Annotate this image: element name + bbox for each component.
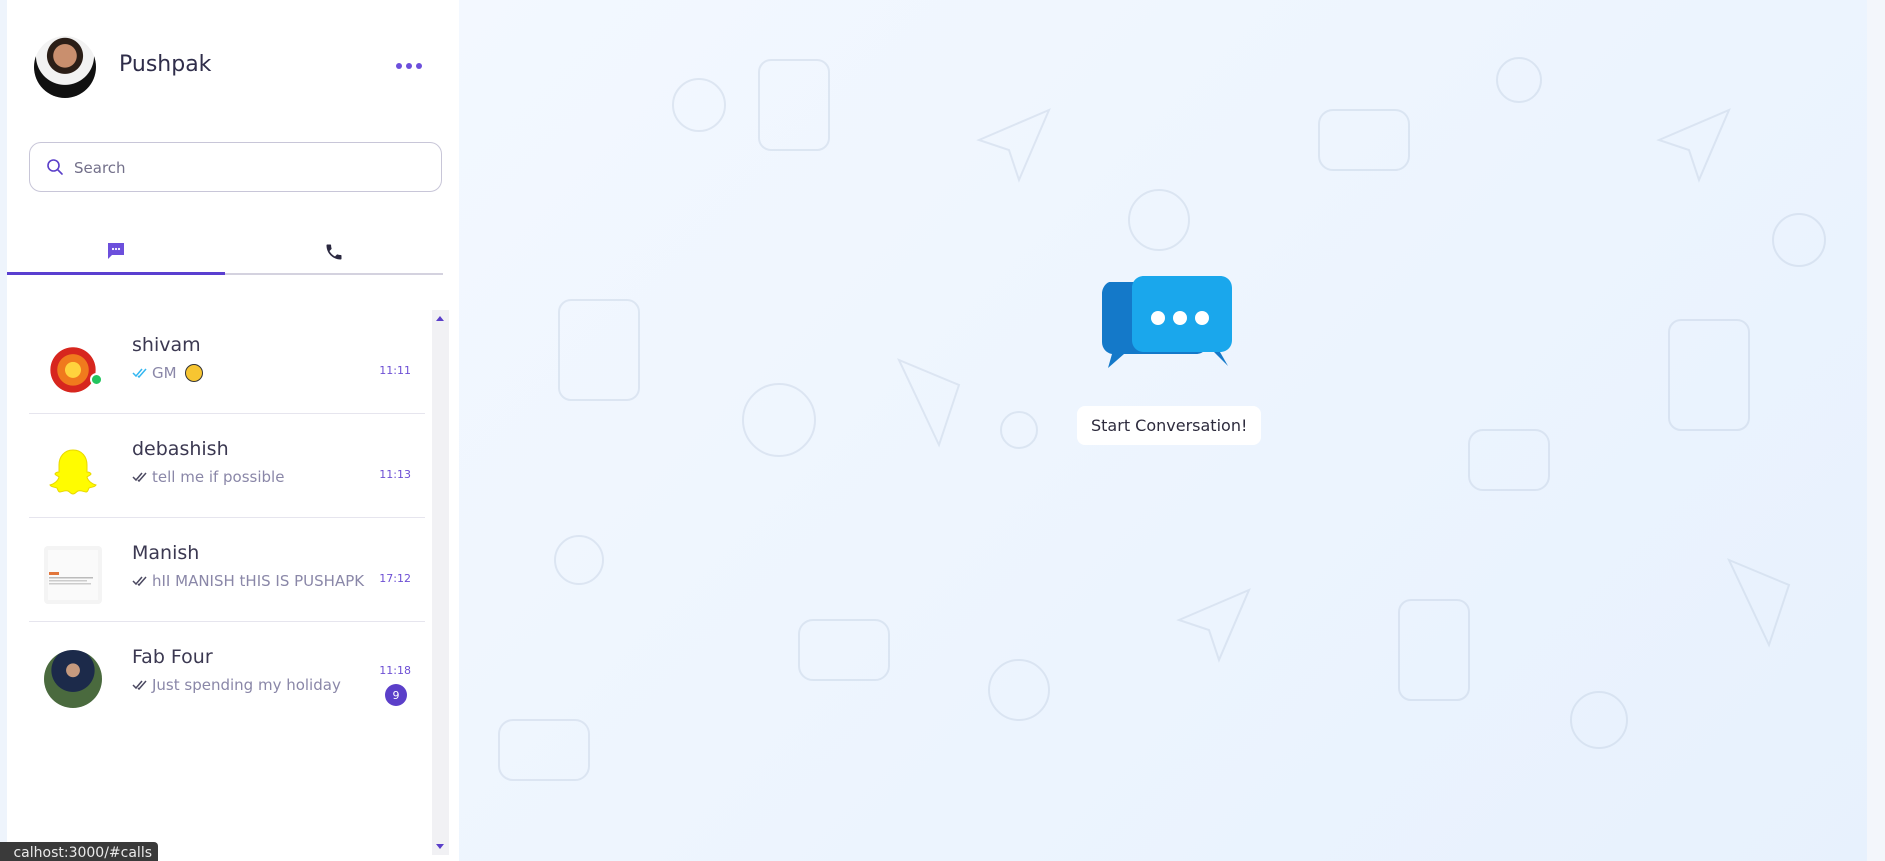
chat-preview: tell me if possible <box>132 468 284 486</box>
chat-preview-text: tell me if possible <box>152 468 285 486</box>
tab-calls[interactable] <box>225 230 443 273</box>
chat-time: 17:12 <box>379 572 411 585</box>
unread-badge: 9 <box>385 684 407 706</box>
search-input[interactable] <box>74 153 424 183</box>
chat-preview-text: Just spending my holiday <box>152 676 341 694</box>
double-check-icon <box>132 680 147 690</box>
avatar <box>44 442 102 500</box>
chat-time: 11:11 <box>379 364 411 377</box>
chat-item-manish[interactable]: Manish hII MANISH tHIS IS PUSHAPK 17:12 <box>29 518 425 622</box>
snapchat-ghost-icon <box>49 449 97 495</box>
emoji-icon <box>184 364 203 382</box>
scrollbar-gutter <box>1867 0 1885 861</box>
sidebar: Pushpak shivam <box>7 0 459 861</box>
chat-icon <box>108 243 124 259</box>
double-check-icon <box>132 576 147 586</box>
chat-name: shivam <box>132 334 201 356</box>
chat-list-scrollbar[interactable] <box>432 310 449 855</box>
chat-name: debashish <box>132 438 229 460</box>
document-thumbnail-icon <box>48 550 98 600</box>
double-check-icon <box>132 368 147 378</box>
chat-preview: Just spending my holiday <box>132 676 341 694</box>
tab-chats[interactable] <box>7 230 225 275</box>
chat-preview-text: GM <box>152 364 177 382</box>
tab-bar <box>7 230 443 275</box>
more-horizontal-icon <box>396 63 422 69</box>
scroll-down-arrow[interactable] <box>436 844 444 849</box>
empty-state: Start Conversation! <box>1077 270 1262 445</box>
status-bar-url: calhost:3000/#calls <box>0 842 158 861</box>
chat-name: Fab Four <box>132 646 213 668</box>
profile-name: Pushpak <box>119 52 212 77</box>
avatar[interactable] <box>34 36 96 98</box>
chat-preview: GM <box>132 364 203 382</box>
chat-bubbles-icon <box>1102 276 1232 368</box>
chat-preview: hII MANISH tHIS IS PUSHAPK <box>132 572 364 590</box>
phone-icon <box>326 244 342 259</box>
chat-name: Manish <box>132 542 200 564</box>
search-icon <box>47 159 63 175</box>
avatar <box>44 650 102 708</box>
avatar <box>44 546 102 604</box>
start-conversation-label: Start Conversation! <box>1077 406 1262 445</box>
chat-time: 11:18 <box>379 664 411 677</box>
chat-list: shivam GM 11:11 debashish tell me if pos… <box>29 310 425 726</box>
double-check-icon <box>132 472 147 482</box>
avatar <box>44 338 102 396</box>
profile-header: Pushpak <box>7 0 459 135</box>
chat-time: 11:13 <box>379 468 411 481</box>
chat-preview-text: hII MANISH tHIS IS PUSHAPK <box>152 572 365 590</box>
chat-item-fab-four[interactable]: Fab Four Just spending my holiday 11:18 … <box>29 622 425 726</box>
search-box <box>29 142 442 192</box>
more-options-button[interactable] <box>389 54 429 78</box>
online-indicator <box>90 373 103 386</box>
chat-item-debashish[interactable]: debashish tell me if possible 11:13 <box>29 414 425 518</box>
chat-item-shivam[interactable]: shivam GM 11:11 <box>29 310 425 414</box>
scroll-up-arrow[interactable] <box>436 316 444 321</box>
